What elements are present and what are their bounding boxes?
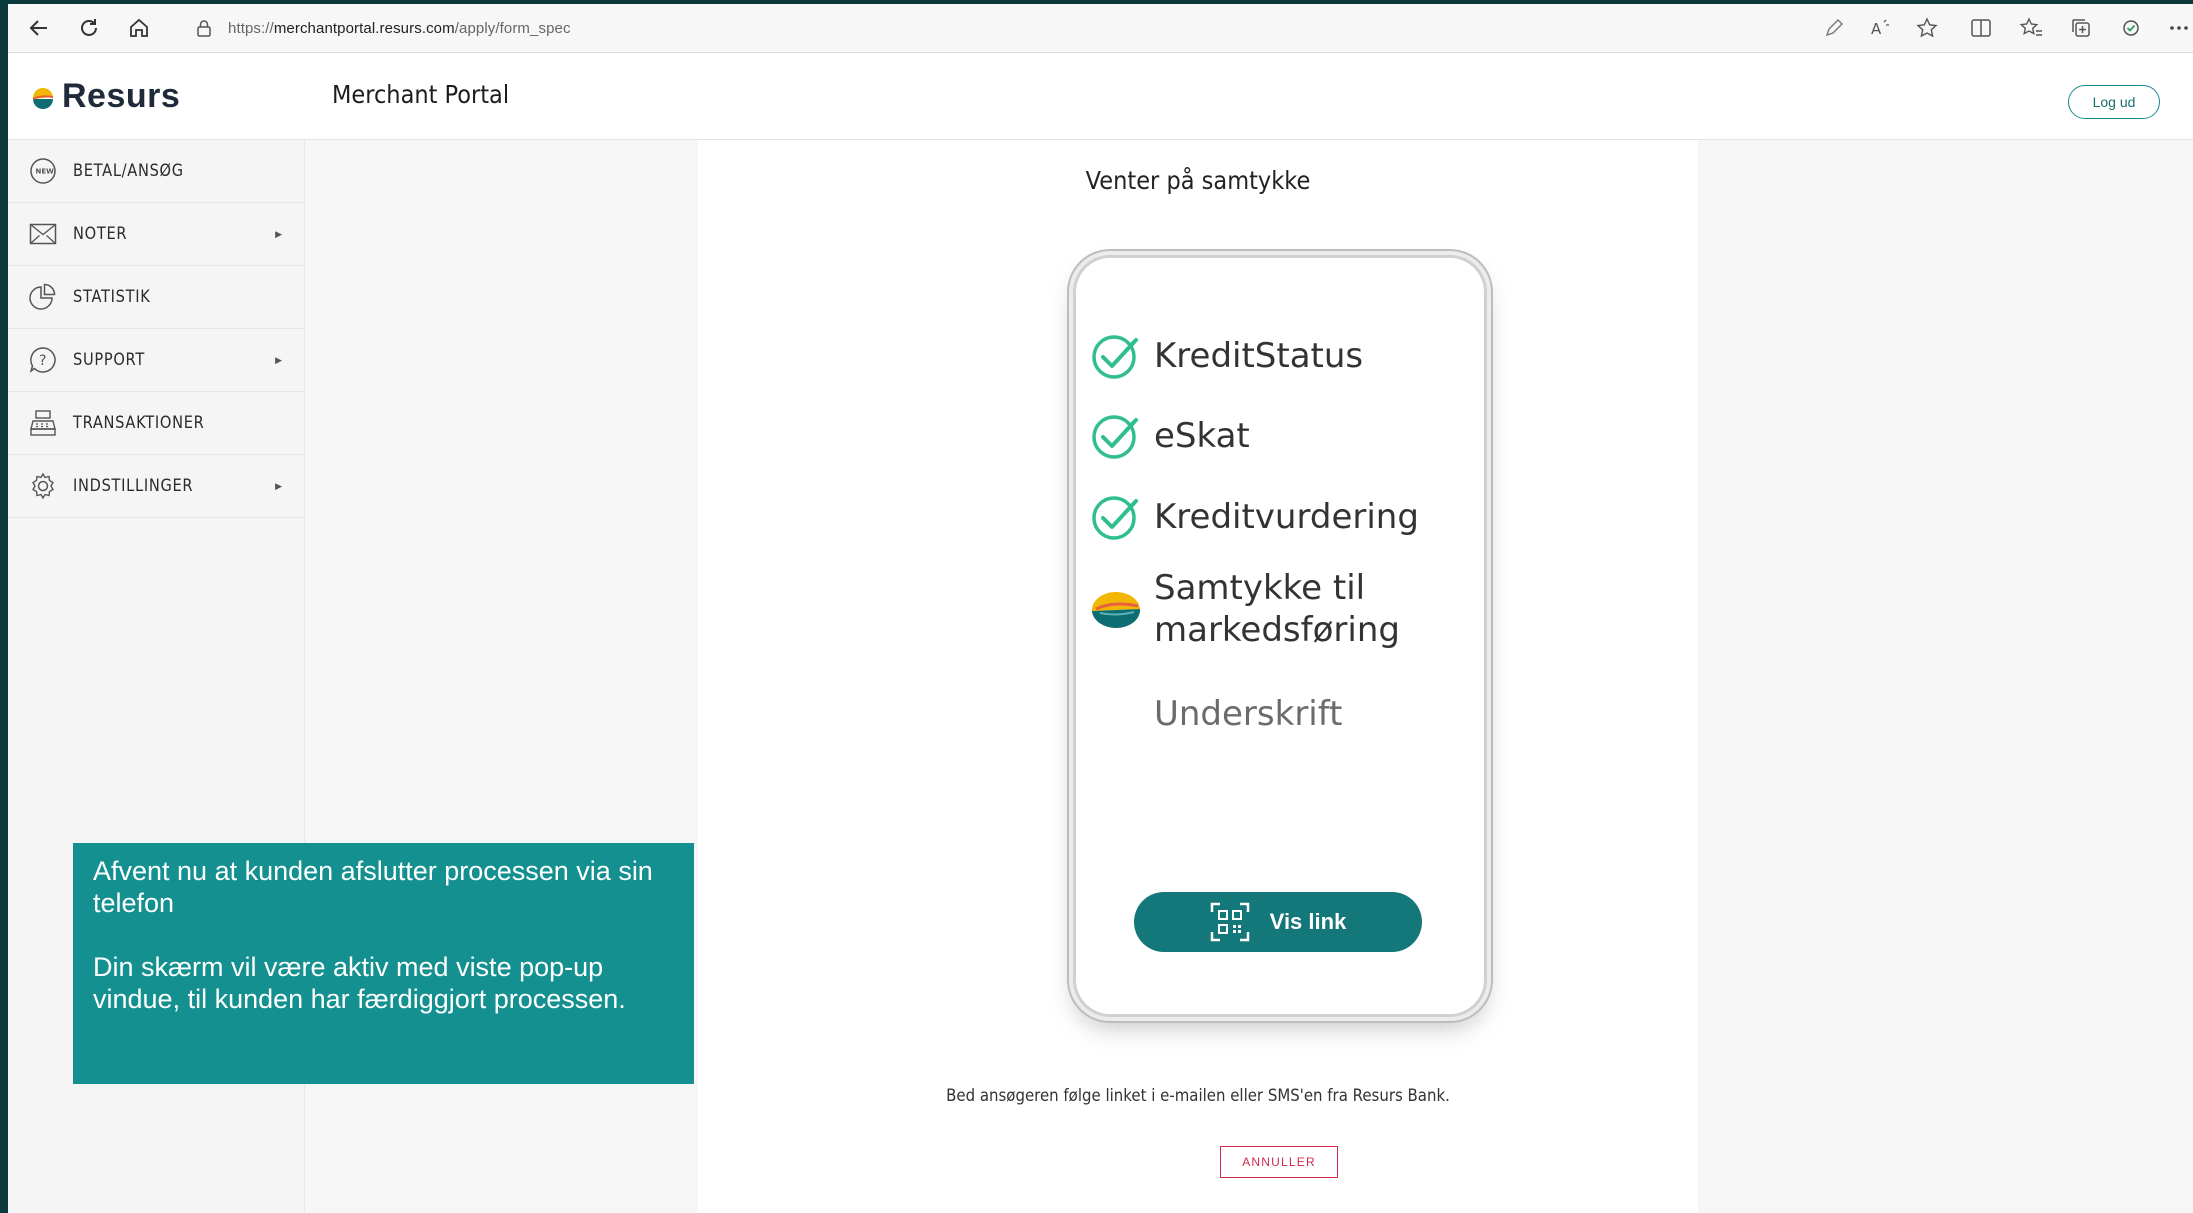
favorites-list-icon[interactable] (2018, 15, 2044, 41)
step-label: Underskrift (1154, 694, 1343, 734)
step-kreditstatus: KreditStatus (1090, 330, 1363, 382)
refresh-icon[interactable] (74, 13, 104, 43)
step-kreditvurdering: Kreditvurdering (1090, 491, 1419, 543)
logout-button[interactable]: Log ud (2068, 85, 2160, 119)
sidebar-item-noter[interactable]: NOTER ▶ (8, 203, 304, 266)
sidebar-item-label: STATISTIK (73, 287, 151, 307)
step-placeholder (1090, 688, 1142, 740)
loading-spinner-icon (1091, 591, 1141, 629)
callout-text-1: Afvent nu at kunden afslutter processen … (93, 856, 653, 918)
page-title: Merchant Portal (332, 80, 510, 109)
pen-icon[interactable] (1821, 15, 1847, 41)
vis-link-button[interactable]: Vis link (1134, 892, 1422, 952)
favorite-star-icon[interactable] (1914, 15, 1940, 41)
logo-mark-icon (32, 87, 54, 109)
browser-window: https://merchantportal.resurs.com/apply/… (8, 4, 2193, 1213)
sidebar-item-betal-ansog[interactable]: NEW BETAL/ANSØG (8, 140, 304, 203)
url-text: https://merchantportal.resurs.com/apply/… (228, 19, 571, 37)
split-screen-icon[interactable] (1968, 15, 1994, 41)
consent-panel: Venter på samtykke KreditStatus eSkat Kr… (698, 140, 1698, 1196)
check-circle-icon (1092, 415, 1138, 459)
pie-chart-icon (27, 281, 59, 313)
waiting-title: Venter på samtykke (1085, 166, 1311, 195)
lock-icon (197, 20, 211, 37)
step-label: Samtykke til markedsføring (1154, 568, 1400, 650)
question-icon: ? (27, 344, 59, 376)
svg-text:?: ? (39, 353, 46, 369)
step-samtykke: Samtykke til markedsføring (1090, 567, 1454, 651)
vis-link-label: Vis link (1269, 909, 1347, 934)
sidebar-item-label: NOTER (73, 224, 128, 244)
chevron-right-icon: ▶ (275, 354, 282, 365)
step-underskrift: Underskrift (1090, 688, 1342, 740)
info-callout: Afvent nu at kunden afslutter processen … (73, 843, 694, 1084)
address-bar[interactable]: https://merchantportal.resurs.com/apply/… (194, 12, 1794, 44)
step-label: Kreditvurdering (1154, 497, 1419, 537)
sidebar-item-transaktioner[interactable]: TRANSAKTIONER (8, 392, 304, 455)
check-circle-icon (1092, 496, 1138, 540)
extension-icon[interactable] (2118, 15, 2144, 41)
chevron-right-icon: ▶ (275, 480, 282, 491)
sidebar-item-indstillinger[interactable]: INDSTILLINGER ▶ (8, 455, 304, 518)
sidebar-item-label: SUPPORT (73, 350, 145, 370)
step-label: eSkat (1154, 416, 1250, 456)
callout-text-2: Din skærm vil være aktiv med viste pop-u… (93, 952, 626, 1014)
logo-text: Resurs (62, 77, 181, 115)
cancel-button[interactable]: ANNULLER (1220, 1146, 1338, 1178)
sidebar-item-statistik[interactable]: STATISTIK (8, 266, 304, 329)
sidebar-item-label: BETAL/ANSØG (73, 161, 184, 181)
read-aloud-icon[interactable]: A (1868, 15, 1894, 41)
phone-illustration: KreditStatus eSkat Kreditvurdering Samty… (1076, 258, 1484, 1014)
resurs-logo[interactable]: Resurs (30, 77, 180, 116)
chevron-right-icon: ▶ (275, 228, 282, 239)
more-menu-icon[interactable] (2166, 15, 2192, 41)
collections-icon[interactable] (2068, 15, 2094, 41)
new-badge-icon: NEW (27, 155, 59, 187)
app-header: Resurs Merchant Portal Log ud (8, 53, 2193, 140)
svg-text:A: A (1871, 20, 1882, 38)
sidebar-item-support[interactable]: ? SUPPORT ▶ (8, 329, 304, 392)
register-icon (27, 407, 59, 439)
step-eskat: eSkat (1090, 410, 1250, 462)
gear-icon (27, 470, 59, 502)
instruction-text: Bed ansøgeren følge linket i e-mailen el… (946, 1086, 1450, 1106)
back-icon[interactable] (24, 13, 54, 43)
sidebar-item-label: TRANSAKTIONER (73, 413, 205, 433)
step-label: KreditStatus (1154, 336, 1364, 376)
envelope-icon (27, 218, 59, 250)
svg-text:NEW: NEW (36, 168, 55, 176)
check-circle-icon (1092, 335, 1138, 379)
home-icon[interactable] (124, 13, 154, 43)
browser-toolbar: https://merchantportal.resurs.com/apply/… (8, 4, 2193, 53)
background-right (1698, 140, 2193, 1213)
sidebar-item-label: INDSTILLINGER (73, 476, 194, 496)
qr-code-icon (1210, 902, 1249, 942)
